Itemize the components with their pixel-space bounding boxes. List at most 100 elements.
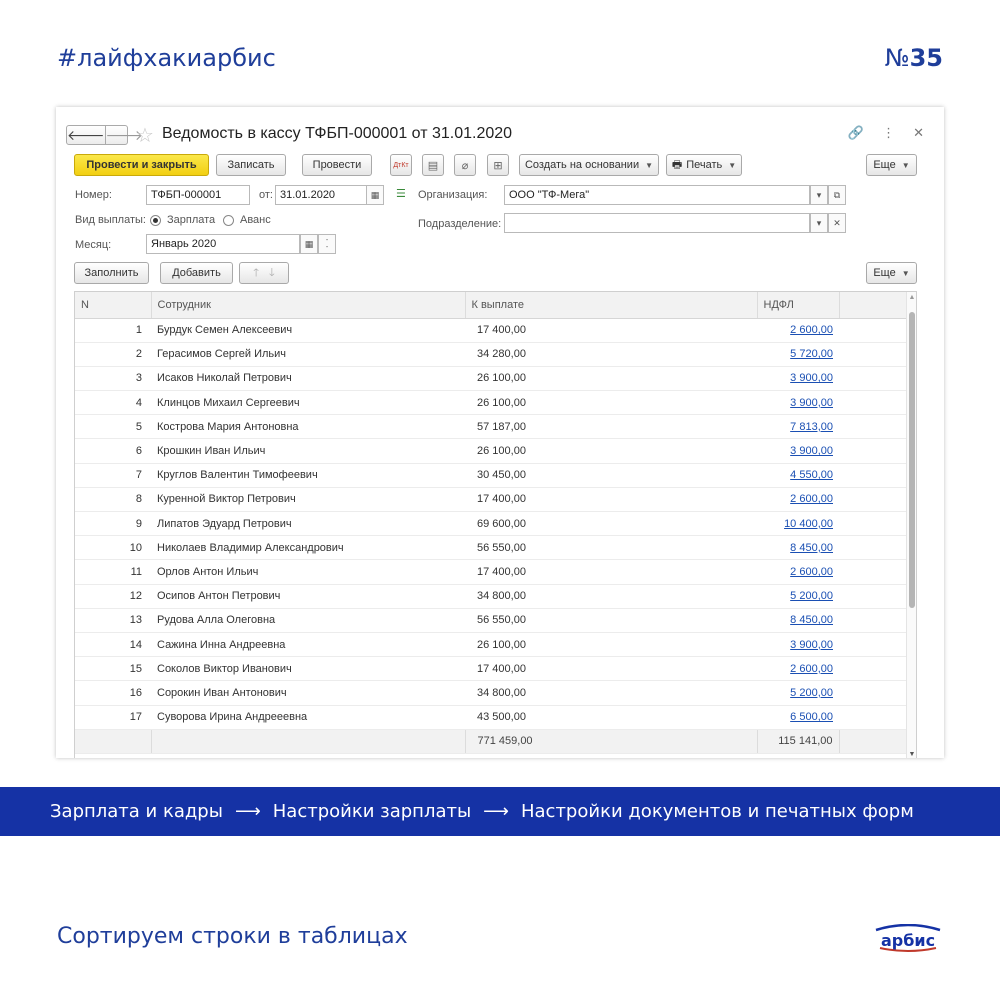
division-clear-icon[interactable]: ✕	[828, 213, 846, 233]
employee-name: Бурдук Семен Алексеевич	[151, 318, 465, 343]
payout-amount: 57 187,00	[465, 414, 757, 440]
stepper-down-icon: -	[325, 244, 329, 251]
table-row[interactable]: 2 Герасимов Сергей Ильич 34 280,00 5 720,00	[75, 342, 908, 367]
ndfl-link[interactable]: 10 400,00	[784, 518, 833, 530]
table-row[interactable]: 3 Исаков Николай Петрович 26 100,00 3 900,0…	[75, 366, 908, 392]
scroll-up-icon[interactable]: ▲	[907, 294, 916, 301]
close-icon[interactable]: ✕	[913, 125, 924, 141]
date-field[interactable]: 31.01.2020	[275, 185, 367, 205]
table-row[interactable]: 13 Рудова Алла Олеговна 56 550,00 8 450,00	[75, 608, 908, 633]
organization-field[interactable]: ООО "ТФ-Мега"	[504, 185, 810, 205]
ndfl-link[interactable]: 8 450,00	[790, 614, 833, 626]
table-more-button[interactable]: Еще ▼	[866, 262, 917, 284]
calendar-icon[interactable]: ▦	[300, 234, 318, 254]
back-arrow-icon[interactable]: 🡐	[67, 126, 105, 144]
ndfl-link[interactable]: 3 900,00	[790, 372, 833, 384]
scrollbar-thumb[interactable]	[909, 312, 915, 608]
table-row[interactable]: 9 Липатов Эдуард Петрович 69 600,00 10 400,…	[75, 511, 908, 537]
fill-button[interactable]: Заполнить	[74, 262, 149, 284]
month-field[interactable]: Январь 2020	[146, 234, 300, 254]
post-and-close-button[interactable]: Провести и закрыть	[74, 154, 209, 176]
dtkt-button[interactable]: ДтКт	[390, 154, 412, 176]
document-icon[interactable]: ▤	[422, 154, 444, 176]
add-button[interactable]: Добавить	[160, 262, 233, 284]
ndfl-link[interactable]: 8 450,00	[790, 542, 833, 554]
ndfl-link[interactable]: 3 900,00	[790, 445, 833, 457]
table-row[interactable]: 5 Кострова Мария Антоновна 57 187,00 7 813,…	[75, 414, 908, 440]
chevron-down-icon: ▼	[901, 268, 910, 278]
pay-type-advance-radio[interactable]	[223, 215, 234, 226]
organization-dropdown[interactable]: ▾	[810, 185, 828, 205]
star-icon[interactable]: ☆	[136, 123, 154, 148]
payout-amount: 26 100,00	[465, 438, 757, 464]
division-dropdown[interactable]: ▾	[810, 213, 828, 233]
row-empty-cell	[839, 366, 908, 392]
pay-type-label: Вид выплаты:	[75, 214, 146, 226]
document-window: 🡐 🡒 ☆ Ведомость в кассу ТФБП-000001 от 3…	[56, 107, 944, 758]
table-row[interactable]: 17 Суворова Ирина Андрееевна 43 500,00 6 50…	[75, 705, 908, 730]
table-row[interactable]: 7 Круглов Валентин Тимофеевич 30 450,00 4 5…	[75, 463, 908, 488]
pay-type-salary-radio[interactable]	[150, 215, 161, 226]
create-based-on-button[interactable]: Создать на основании ▼	[519, 154, 659, 176]
row-empty-cell	[839, 318, 908, 343]
ndfl-cell: 2 600,00	[757, 318, 839, 343]
table-row[interactable]: 12 Осипов Антон Петрович 34 800,00 5 200,00	[75, 584, 908, 609]
more-button[interactable]: Еще ▼	[866, 154, 917, 176]
open-icon[interactable]: ⧉	[828, 185, 846, 205]
save-button[interactable]: Записать	[216, 154, 286, 176]
table-row[interactable]: 4 Клинцов Михаил Сергеевич 26 100,00 3 900,…	[75, 390, 908, 416]
row-number: 9	[75, 511, 151, 537]
total-pay: 771 459,00	[465, 729, 758, 754]
row-empty-cell	[839, 608, 908, 633]
table-row[interactable]: 15 Соколов Виктор Иванович 17 400,00 2 600,…	[75, 656, 908, 682]
link-icon[interactable]: 🔗	[848, 125, 864, 141]
arrow-up-icon[interactable]: 🡑	[253, 264, 259, 283]
row-empty-cell	[839, 463, 908, 488]
ndfl-link[interactable]: 2 600,00	[790, 324, 833, 336]
post-button[interactable]: Провести	[302, 154, 372, 176]
ndfl-link[interactable]: 2 600,00	[790, 566, 833, 578]
ndfl-link[interactable]: 3 900,00	[790, 639, 833, 651]
column-header-ndfl[interactable]: НДФЛ	[757, 292, 840, 319]
scroll-down-icon[interactable]: ▼	[907, 751, 916, 758]
calendar-icon[interactable]: ▦	[366, 185, 384, 205]
paperclip-icon[interactable]: ⌀	[454, 154, 476, 176]
table-row[interactable]: 16 Сорокин Иван Антонович 34 800,00 5 200,0…	[75, 680, 908, 706]
open-journal-icon[interactable]: ☰	[396, 187, 406, 200]
row-number: 7	[75, 463, 151, 488]
table-more-label: Еще	[873, 267, 896, 279]
division-field[interactable]	[504, 213, 810, 233]
ndfl-link[interactable]: 5 200,00	[790, 687, 833, 699]
table-scrollbar[interactable]: ▲ ▼	[906, 292, 916, 758]
table-row[interactable]: 14 Сажина Инна Андреевна 26 100,00 3 900,00	[75, 632, 908, 658]
column-header-employee[interactable]: Сотрудник	[151, 292, 466, 319]
ndfl-link[interactable]: 5 720,00	[790, 348, 833, 360]
more-vert-icon[interactable]: ⋮	[882, 125, 895, 141]
arrow-down-icon[interactable]: 🡓	[269, 264, 275, 283]
print-button[interactable]: 🖶 Печать ▼	[666, 154, 742, 176]
structure-icon[interactable]: ⊞	[487, 154, 509, 176]
table-row[interactable]: 10 Николаев Владимир Александрович 56 550,…	[75, 535, 908, 561]
row-number: 5	[75, 414, 151, 440]
path-step-2: Настройки зарплаты	[272, 801, 472, 822]
ndfl-link[interactable]: 4 550,00	[790, 469, 833, 481]
table-row[interactable]: 11 Орлов Антон Ильич 17 400,00 2 600,00	[75, 559, 908, 585]
pay-type-advance-label: Аванс	[240, 214, 271, 226]
row-number: 13	[75, 608, 151, 633]
payout-amount: 17 400,00	[465, 559, 757, 585]
table-row[interactable]: 1 Бурдук Семен Алексеевич 17 400,00 2 600,0…	[75, 318, 908, 343]
ndfl-link[interactable]: 5 200,00	[790, 590, 833, 602]
ndfl-link[interactable]: 2 600,00	[790, 493, 833, 505]
ndfl-link[interactable]: 6 500,00	[790, 711, 833, 723]
ndfl-link[interactable]: 7 813,00	[790, 421, 833, 433]
column-header-payout[interactable]: К выплате	[465, 292, 758, 319]
table-row[interactable]: 8 Куренной Виктор Петрович 17 400,00 2 600,…	[75, 487, 908, 513]
table-row[interactable]: 6 Крошкин Иван Ильич 26 100,00 3 900,00	[75, 438, 908, 464]
month-stepper[interactable]: --	[318, 234, 336, 254]
column-header-n[interactable]: N	[75, 292, 152, 319]
logo-text: арбис	[881, 931, 935, 950]
number-field[interactable]: ТФБП-000001	[146, 185, 250, 205]
ndfl-link[interactable]: 3 900,00	[790, 397, 833, 409]
payout-amount: 56 550,00	[465, 608, 757, 633]
ndfl-link[interactable]: 2 600,00	[790, 663, 833, 675]
